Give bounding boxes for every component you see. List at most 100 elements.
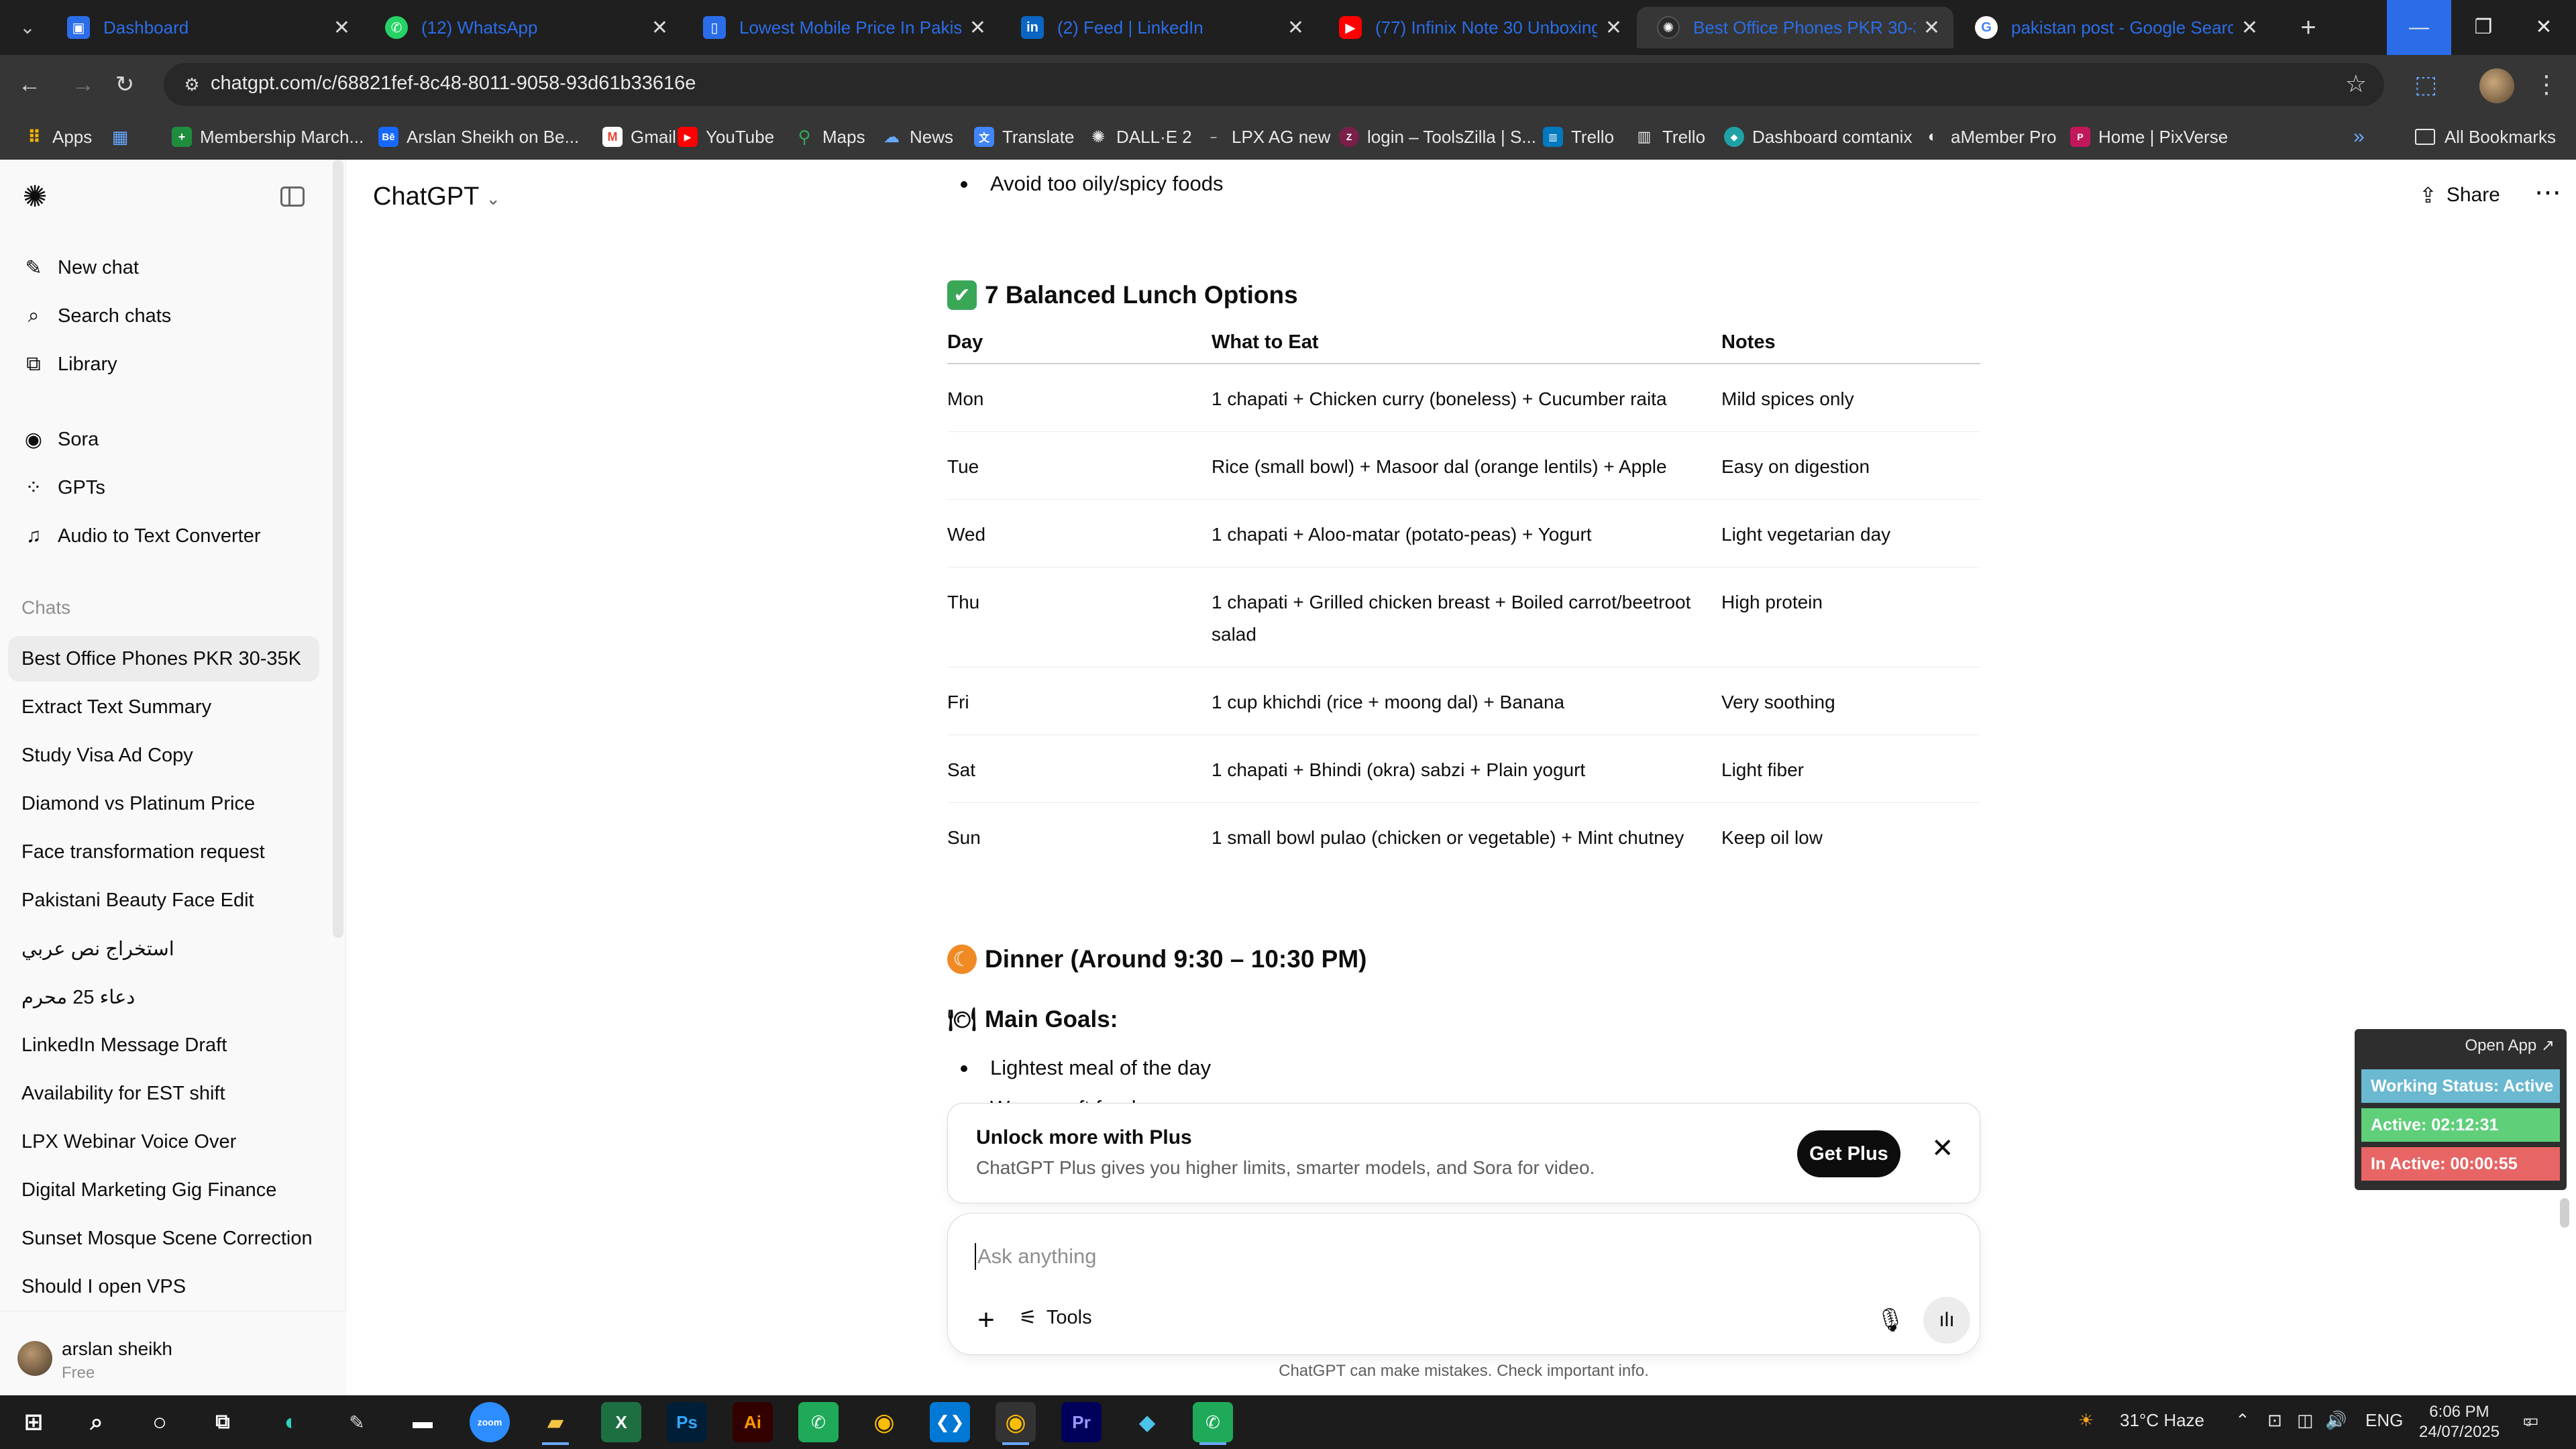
close-icon[interactable]: ✕ xyxy=(1931,1133,1954,1164)
tray-expand-icon[interactable]: ⌃ xyxy=(2235,1410,2250,1431)
zoom-icon[interactable]: zoom xyxy=(470,1402,510,1442)
window-close-button[interactable]: ✕ xyxy=(2512,0,2576,55)
chat-item[interactable]: Extract Text Summary xyxy=(8,684,319,730)
wifi-icon[interactable]: ◫ xyxy=(2297,1410,2314,1431)
tab-close-icon[interactable]: ✕ xyxy=(969,16,986,40)
tab-dashboard[interactable]: ▣ Dashboard ✕ xyxy=(47,7,364,48)
chrome-active-icon[interactable]: ◉ xyxy=(996,1402,1036,1445)
bookmark-toolszilla[interactable]: Z login – ToolsZilla | S... xyxy=(1339,122,1536,152)
bookmark-lpx[interactable]: – LPX AG new xyxy=(1203,122,1330,152)
sora-button[interactable]: ◉ Sora xyxy=(8,417,319,462)
tab-close-icon[interactable]: ✕ xyxy=(1605,16,1622,40)
bookmark-pixverse[interactable]: P Home | PixVerse xyxy=(2070,122,2228,152)
forward-arrow-icon[interactable]: → xyxy=(66,67,101,102)
bookmarks-overflow-icon[interactable]: » xyxy=(2353,122,2365,152)
bookmark-behance[interactable]: Bē Arslan Sheikh on Be... xyxy=(378,122,579,152)
share-button[interactable]: ⇪ Share xyxy=(2419,182,2500,208)
green-app-icon[interactable]: ✆ xyxy=(798,1402,839,1442)
bookmark-membership[interactable]: + Membership March... xyxy=(172,122,364,152)
chrome-icon[interactable]: ◉ xyxy=(864,1402,904,1442)
cortana-icon[interactable]: ○ xyxy=(140,1402,180,1442)
system-clock[interactable]: 6:06 PM 24/07/2025 xyxy=(2419,1402,2500,1442)
tab-chatgpt-active[interactable]: ✺ Best Office Phones PKR 30-35K ✕ xyxy=(1637,7,1953,48)
back-arrow-icon[interactable]: ← xyxy=(12,67,47,102)
volume-icon[interactable]: 🔊 xyxy=(2325,1410,2347,1431)
pen-icon[interactable]: ✎ xyxy=(337,1402,377,1442)
chat-item[interactable]: Sunset Mosque Scene Correction xyxy=(8,1216,319,1261)
chat-item[interactable]: دعاء 25 محرم xyxy=(8,974,319,1020)
voice-mode-icon[interactable]: ılı xyxy=(1923,1297,1970,1344)
tab-mobile-price[interactable]: ▯ Lowest Mobile Price In Pakistan ✕ xyxy=(683,7,1000,48)
tab-linkedin[interactable]: in (2) Feed | LinkedIn ✕ xyxy=(1001,7,1318,48)
bookmark-gmail[interactable]: M Gmail xyxy=(602,122,676,152)
search-chats-button[interactable]: ⌕ Search chats xyxy=(8,294,319,338)
chat-item[interactable]: Availability for EST shift xyxy=(8,1071,319,1116)
excel-icon[interactable]: X xyxy=(601,1402,641,1442)
bookmark-dalle[interactable]: ✺ DALL·E 2 xyxy=(1088,122,1192,152)
windows-start-icon[interactable]: ⊞ xyxy=(13,1402,54,1442)
chat-item[interactable]: LPX Webinar Voice Over xyxy=(8,1119,319,1165)
get-plus-button[interactable]: Get Plus xyxy=(1797,1130,1900,1177)
chat-item[interactable]: Face transformation request xyxy=(8,829,319,875)
openai-logo-icon[interactable]: ✺ xyxy=(19,181,51,213)
bookmark-amember[interactable]: ◐ aMember Pro xyxy=(1923,122,2057,152)
vscode-icon[interactable]: ❮❯ xyxy=(930,1402,970,1442)
blue-app-icon[interactable]: ◆ xyxy=(1127,1402,1167,1442)
user-account-button[interactable]: arslan sheikh Free xyxy=(0,1311,346,1395)
tools-button[interactable]: ⚟ Tools xyxy=(1019,1306,1092,1330)
weather-text[interactable]: 31°C Haze xyxy=(2120,1410,2204,1431)
bookmark-star-icon[interactable]: ☆ xyxy=(2345,70,2367,98)
chat-item[interactable]: Diamond vs Platinum Price xyxy=(8,781,319,826)
address-bar[interactable]: ⚙ chatgpt.com/c/68821fef-8c48-8011-9058-… xyxy=(164,63,2384,106)
tab-close-icon[interactable]: ✕ xyxy=(333,16,350,40)
bookmark-comtanix[interactable]: ◆ Dashboard comtanix xyxy=(1724,122,1912,152)
network-icon[interactable]: ⊡ xyxy=(2267,1410,2282,1431)
new-chat-button[interactable]: ✎ New chat xyxy=(8,246,319,290)
bookmark-maps[interactable]: ⚲ Maps xyxy=(794,122,865,152)
premiere-icon[interactable]: Pr xyxy=(1061,1402,1102,1442)
photoshop-icon[interactable]: Ps xyxy=(667,1402,707,1442)
profile-avatar[interactable] xyxy=(2479,68,2514,103)
reload-icon[interactable]: ↻ xyxy=(107,67,142,102)
address-url[interactable]: chatgpt.com/c/68821fef-8c48-8011-9058-93… xyxy=(211,72,696,95)
microphone-icon[interactable]: 🎙 xyxy=(1874,1303,1907,1337)
main-scrollbar[interactable] xyxy=(2560,1198,2569,1228)
chat-item[interactable]: Pakistani Beauty Face Edit xyxy=(8,877,319,923)
attach-plus-icon[interactable]: + xyxy=(968,1302,1004,1338)
more-options-icon[interactable]: ⋯ xyxy=(2534,177,2561,208)
bookmark-news[interactable]: ☁ News xyxy=(881,122,953,152)
chat-item[interactable]: Should I open VPS xyxy=(8,1264,319,1309)
bookmark-grid[interactable]: ▦ xyxy=(110,122,138,152)
file-explorer-icon[interactable]: ▰ xyxy=(535,1402,576,1445)
browser-menu-icon[interactable]: ⋮ xyxy=(2533,67,2560,102)
site-info-icon[interactable]: ⚙ xyxy=(181,74,203,95)
bookmark-trello-1[interactable]: ▥ Trello xyxy=(1543,122,1614,152)
tab-search-chevron-icon[interactable]: ⌄ xyxy=(9,9,46,46)
all-bookmarks-button[interactable]: All Bookmarks xyxy=(2414,122,2556,152)
bookmark-youtube[interactable]: ▶ YouTube xyxy=(678,122,774,152)
window-minimize-button[interactable]: — xyxy=(2387,0,2451,55)
bookmark-apps[interactable]: ⠿ Apps xyxy=(24,122,92,152)
tab-close-icon[interactable]: ✕ xyxy=(651,16,668,40)
gpts-button[interactable]: ⁘ GPTs xyxy=(8,466,319,510)
chat-item[interactable]: Best Office Phones PKR 30-35K xyxy=(8,636,319,682)
language-indicator[interactable]: ENG xyxy=(2365,1410,2403,1431)
tab-google-search[interactable]: G pakistan post - Google Search ✕ xyxy=(1955,7,2271,48)
extension-icon[interactable]: ⬚ xyxy=(2410,68,2442,101)
bookmark-trello-2[interactable]: ▥ Trello xyxy=(1634,122,1705,152)
bookmark-translate[interactable]: 文 Translate xyxy=(974,122,1074,152)
green-app-2-icon[interactable]: ✆ xyxy=(1193,1402,1233,1445)
sidebar-toggle-icon[interactable] xyxy=(280,186,305,207)
notifications-icon[interactable]: ▭3 xyxy=(2522,1410,2539,1431)
illustrator-icon[interactable]: Ai xyxy=(733,1402,773,1442)
tab-close-icon[interactable]: ✕ xyxy=(1287,16,1304,40)
tab-whatsapp[interactable]: ✆ (12) WhatsApp ✕ xyxy=(365,7,682,48)
sidebar-scrollbar[interactable] xyxy=(333,160,343,938)
open-app-link[interactable]: Open App ↗ xyxy=(2465,1036,2555,1055)
chat-item[interactable]: LinkedIn Message Draft xyxy=(8,1022,319,1068)
weather-icon[interactable]: ☀ xyxy=(2078,1410,2094,1431)
tab-close-icon[interactable]: ✕ xyxy=(2241,16,2258,40)
terminal-icon[interactable]: ▬ xyxy=(402,1402,443,1442)
edge-icon[interactable]: ◐ xyxy=(271,1402,311,1442)
search-icon[interactable]: ⌕ xyxy=(76,1402,117,1442)
